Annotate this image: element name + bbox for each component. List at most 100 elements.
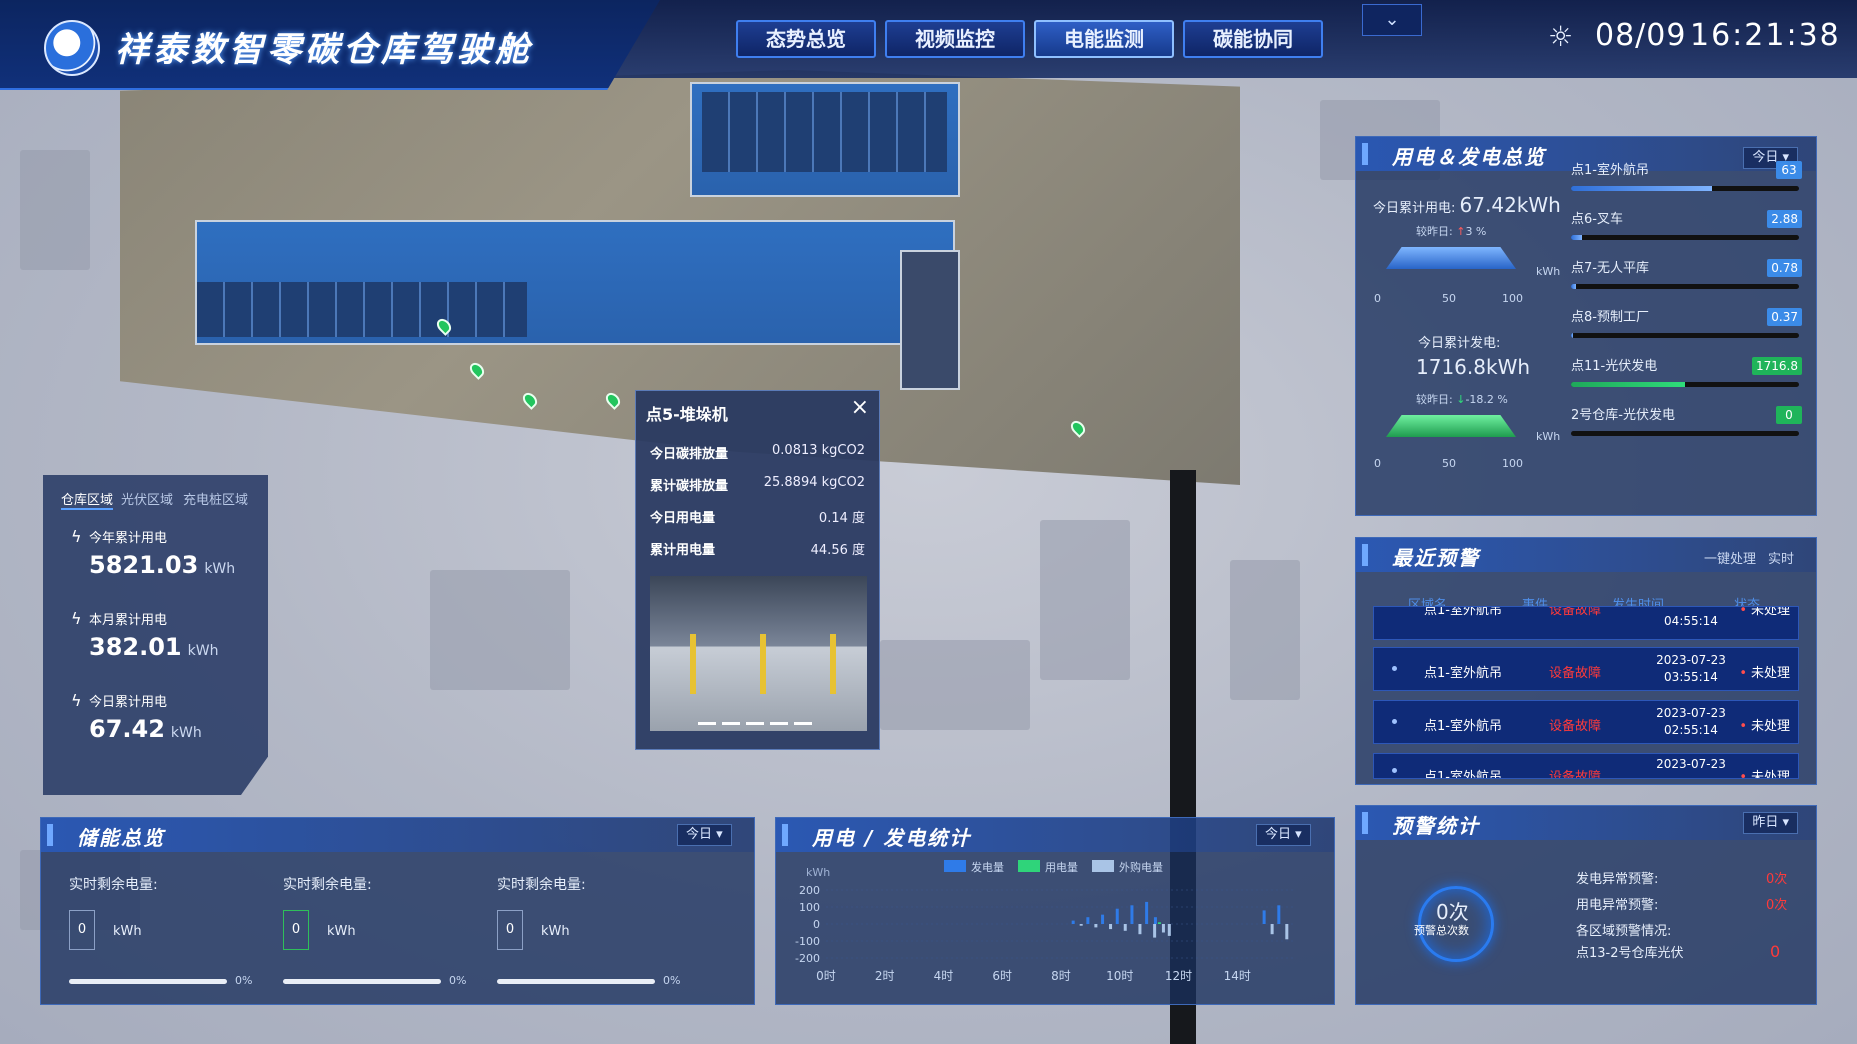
bar-发电量 (1145, 901, 1149, 924)
nav-overview[interactable]: 态势总览 (736, 20, 876, 58)
range-select[interactable]: 今日 ▾ (677, 824, 732, 846)
x-tick-label: 6时 (992, 969, 1012, 983)
point-label: 点8-预制工厂 (1571, 310, 1649, 325)
tick: 0 (1374, 292, 1381, 305)
year-usage-value: 5821.03 kWh (89, 551, 236, 579)
title-banner: 祥泰数智零碳仓库驾驶舱 (0, 0, 660, 90)
gauge-unit: kWh (1536, 430, 1561, 443)
use-value: 67.42kWh (1459, 193, 1561, 217)
use-gauge (1386, 247, 1516, 269)
storage-progress (497, 979, 655, 984)
gen-gauge (1386, 415, 1516, 437)
y-tick-label: -200 (795, 952, 820, 965)
nav-video[interactable]: 视频监控 (885, 20, 1025, 58)
table-row[interactable]: 点1-室外航吊设备故障2023-07-2303:55:14未处理 (1373, 647, 1799, 691)
handle-all-button[interactable]: 一键处理 (1704, 548, 1756, 567)
bar-外购电量 (1167, 924, 1171, 936)
y-tick-label: 0 (813, 918, 820, 931)
panel-header: 用电 / 发电统计 (776, 818, 1334, 852)
solar-roof (900, 250, 960, 390)
warn-stat-label: 点13-2号仓库光伏 (1576, 946, 1684, 961)
x-tick-label: 14时 (1224, 969, 1251, 983)
month-usage-value: 382.01 kWh (89, 633, 219, 661)
point-value-badge: 2.88 (1767, 210, 1802, 228)
tab-pv-area[interactable]: 光伏区域 (121, 489, 173, 508)
tick: 100 (1502, 292, 1523, 305)
storage-label: 实时剩余电量: (69, 877, 158, 893)
app-title: 祥泰数智零碳仓库驾驶舱 (115, 30, 533, 70)
storage-pct: 0% (235, 974, 253, 987)
table-row[interactable]: 点1-室外航吊设备故障2023-07-23未处理 (1373, 753, 1799, 779)
storage-unit: kWh (113, 924, 142, 939)
lightning-icon: ϟ (71, 609, 82, 628)
warn-stat-label: 发电异常预警: (1576, 872, 1659, 887)
point-progress-bar (1571, 333, 1799, 338)
storage-pct: 0% (449, 974, 467, 987)
point-value-badge: 1716.8 (1752, 357, 1802, 375)
range-select[interactable]: 今日 ▾ (1256, 824, 1311, 846)
table-row[interactable]: 点1-室外航吊设备故障2023-07-2302:55:14未处理 (1373, 700, 1799, 744)
popup-row: 今日用电量 0.14 度 (650, 511, 865, 526)
gen-label: 今日累计发电: (1418, 336, 1501, 351)
point-progress-bar (1571, 284, 1799, 289)
popup-row: 累计碳排放量 25.8894 kgCO2 (650, 475, 865, 494)
use-label: 今日累计用电: 67.42kWh (1373, 193, 1561, 217)
ghost-building (20, 150, 90, 270)
device-photo[interactable] (650, 576, 867, 731)
point-label: 点6-叉车 (1571, 212, 1623, 227)
tab-charging-area[interactable]: 充电桩区域 (183, 489, 248, 508)
popup-title: 点5-堆垛机 (646, 405, 728, 424)
storage-value: 0 (283, 910, 309, 950)
bar-外购电量 (1161, 924, 1165, 933)
company-logo (44, 20, 100, 76)
nav-energy[interactable]: 电能监测 (1034, 20, 1174, 58)
nav-carbon[interactable]: 碳能协同 (1183, 20, 1323, 58)
warn-stat-value: 0 (1770, 942, 1781, 961)
point-label: 点7-无人平库 (1571, 261, 1649, 276)
bar-发电量 (1130, 905, 1134, 924)
bar-发电量 (1262, 910, 1266, 924)
day-usage-value: 67.42 kWh (89, 715, 202, 743)
chevron-down-icon[interactable]: ⌄ (1362, 4, 1422, 36)
panel-title: 储能总览 (77, 826, 165, 850)
panel-title: 用电＆发电总览 (1392, 145, 1546, 169)
lightning-icon: ϟ (71, 527, 82, 546)
popup-row: 累计用电量 44.56 度 (650, 543, 865, 558)
bar-发电量 (1277, 905, 1281, 924)
storage-value: 0 (69, 910, 95, 950)
bar-发电量 (1115, 908, 1119, 924)
carousel-dots[interactable] (698, 722, 818, 725)
y-tick-label: -100 (795, 935, 820, 948)
close-icon[interactable]: × (851, 395, 869, 420)
storage-overview-panel: 储能总览 今日 ▾ 实时剩余电量: 0 kWh 0% 实时剩余电量: 0 kWh… (40, 817, 755, 1005)
ghost-building (1040, 520, 1130, 680)
tick: 0 (1374, 457, 1381, 470)
bar-外购电量 (1123, 924, 1127, 931)
point-value-badge: 0.78 (1767, 259, 1802, 277)
bar-外购电量 (1079, 924, 1083, 926)
table-row[interactable]: 点1-室外航吊设备故障04:55:14未处理 (1373, 606, 1799, 640)
ghost-building (1230, 560, 1300, 700)
x-tick-label: 8时 (1051, 969, 1071, 983)
range-select[interactable]: 昨日 ▾ (1743, 812, 1798, 834)
x-tick-label: 0时 (816, 969, 836, 983)
x-tick-label: 12时 (1165, 969, 1192, 983)
point-label: 点1-室外航吊 (1571, 163, 1649, 178)
point-progress-bar (1571, 431, 1799, 436)
power-overview-panel: 用电＆发电总览 今日 ▾ 今日累计用电: 67.42kWh 较昨日: ↑3 % … (1355, 136, 1817, 516)
tick: 100 (1502, 457, 1523, 470)
use-compare: 较昨日: ↑3 % (1416, 225, 1487, 238)
storage-label: 实时剩余电量: (283, 877, 372, 893)
bar-外购电量 (1109, 924, 1113, 930)
realtime-button[interactable]: 实时 (1768, 548, 1794, 567)
tab-warehouse-area[interactable]: 仓库区域 (61, 489, 114, 510)
day-usage-label: 今日累计用电 (89, 695, 168, 710)
sun-cloud-icon: ☼ (1548, 20, 1574, 53)
rack (690, 634, 696, 694)
device-popup: 点5-堆垛机 × 今日碳排放量 0.0813 kgCO2 累计碳排放量 25.889… (635, 390, 880, 750)
bar-外购电量 (1094, 924, 1098, 928)
gauge-unit: kWh (1536, 265, 1561, 278)
warning-count: 0次 (1436, 900, 1469, 924)
warning-count-label: 预警总次数 (1414, 924, 1469, 937)
storage-pct: 0% (663, 974, 681, 987)
